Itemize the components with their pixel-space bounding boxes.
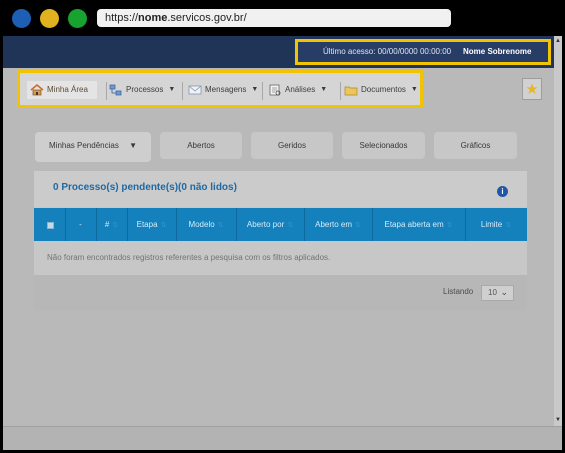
column-label: Aberto em xyxy=(315,220,353,229)
window-minimize-button[interactable] xyxy=(40,9,59,28)
tab-bar: Minhas Pendências ▼ Abertos Geridos Sele… xyxy=(35,132,517,162)
menu-item-label: Minha Área xyxy=(47,85,88,94)
vertical-scrollbar[interactable]: ▲ ▼ xyxy=(554,36,562,426)
tab-minhas-pendencias[interactable]: Minhas Pendências ▼ xyxy=(35,132,151,162)
sort-icon: ⇅ xyxy=(355,222,361,229)
sort-icon: ⇅ xyxy=(505,222,512,229)
sort-icon: ⇅ xyxy=(287,222,294,229)
column-label: Etapa xyxy=(136,220,158,229)
column-label: Etapa aberta em xyxy=(384,220,444,229)
select-all-checkbox[interactable] xyxy=(47,222,54,229)
sort-icon: ⇅ xyxy=(217,222,224,229)
column-header-etapa[interactable]: Etapa ⇅ xyxy=(127,208,176,241)
mail-icon xyxy=(188,84,202,96)
browser-title-bar: https://nome.servicos.gov.br/ xyxy=(0,0,565,36)
page-viewport: Último acesso: 00/00/0000 00:00:00 Nome … xyxy=(3,36,562,426)
star-icon: ★ xyxy=(525,81,539,98)
menu-item-analises[interactable]: Análises ▼ xyxy=(268,81,327,99)
page-size-select[interactable]: 10 ⌄ xyxy=(481,285,514,301)
scroll-down-icon[interactable]: ▼ xyxy=(555,417,561,423)
menu-item-label: Processos xyxy=(126,85,164,94)
url-prefix: https:// xyxy=(105,12,139,24)
column-header-aberto-em[interactable]: Aberto em ⇅ xyxy=(304,208,372,241)
tab-label: Abertos xyxy=(187,141,215,150)
user-name[interactable]: Nome Sobrenome xyxy=(463,42,531,62)
scroll-up-icon[interactable]: ▲ xyxy=(555,38,561,44)
menu-item-processos[interactable]: Processos ▼ xyxy=(109,81,175,99)
table-header: - # ⇅ Etapa ⇅ Modelo ⇅ Aberto por ⇅ Aber… xyxy=(34,208,527,241)
browser-bottom-bar xyxy=(3,426,562,450)
sort-icon: ⇅ xyxy=(446,222,453,229)
menu-item-mensagens[interactable]: Mensagens ▼ xyxy=(188,81,258,99)
menu-item-label: Análises xyxy=(285,85,316,94)
menu-divider xyxy=(182,82,183,100)
chevron-down-icon: ⌄ xyxy=(500,287,508,297)
column-header-etapa-aberta-em[interactable]: Etapa aberta em ⇅ xyxy=(372,208,465,241)
column-label: Limite xyxy=(480,220,503,229)
main-menu: Minha Área Processos ▼ Mensagens ▼ Análi… xyxy=(17,70,423,108)
menu-divider xyxy=(262,82,263,100)
processes-icon xyxy=(109,84,123,96)
tab-label: Minhas Pendências xyxy=(49,141,119,150)
panel-title: 0 Processo(s) pendente(s)(0 não lidos) xyxy=(53,182,237,193)
select-all-column xyxy=(34,208,65,241)
home-icon xyxy=(30,84,44,96)
menu-item-minha-area[interactable]: Minha Área xyxy=(27,81,97,99)
column-label: # xyxy=(104,220,110,229)
chevron-down-icon: ▼ xyxy=(320,86,328,93)
address-bar[interactable]: https://nome.servicos.gov.br/ xyxy=(97,9,451,27)
chevron-down-icon: ▼ xyxy=(129,141,137,150)
column-header-aberto-por[interactable]: Aberto por ⇅ xyxy=(236,208,304,241)
column-header-modelo[interactable]: Modelo ⇅ xyxy=(176,208,236,241)
table-footer: Listando 10 ⌄ xyxy=(34,275,527,311)
last-access-text: Último acesso: 00/00/0000 00:00:00 xyxy=(323,47,452,56)
user-info-box: Último acesso: 00/00/0000 00:00:00 Nome … xyxy=(295,39,551,65)
url-host: nome xyxy=(138,12,168,24)
column-header-number[interactable]: # ⇅ xyxy=(96,208,127,241)
listing-label: Listando xyxy=(443,287,474,296)
panel-header: 0 Processo(s) pendente(s)(0 não lidos) i xyxy=(34,171,527,207)
analysis-icon xyxy=(268,84,282,96)
tab-abertos[interactable]: Abertos xyxy=(160,132,242,159)
menu-divider xyxy=(106,82,107,100)
tab-selecionados[interactable]: Selecionados xyxy=(342,132,425,159)
menu-item-label: Documentos xyxy=(361,85,406,94)
column-header-limite[interactable]: Limite ⇅ xyxy=(465,208,527,241)
menu-divider xyxy=(340,82,341,100)
menu-item-documentos[interactable]: Documentos ▼ xyxy=(344,81,418,99)
pending-processes-panel: 0 Processo(s) pendente(s)(0 não lidos) i… xyxy=(34,171,527,311)
tab-graficos[interactable]: Gráficos xyxy=(434,132,517,159)
column-label: - xyxy=(79,220,82,229)
menu-item-label: Mensagens xyxy=(205,85,247,94)
empty-results-message: Não foram encontrados registros referent… xyxy=(34,241,527,275)
tab-geridos[interactable]: Geridos xyxy=(251,132,333,159)
tab-label: Geridos xyxy=(277,141,306,150)
url-rest: .servicos.gov.br/ xyxy=(167,12,247,24)
tab-label: Gráficos xyxy=(460,141,491,150)
chevron-down-icon: ▼ xyxy=(251,86,259,93)
column-label: Modelo xyxy=(188,220,215,229)
page-size-value: 10 xyxy=(488,288,497,297)
column-label: Aberto por xyxy=(246,220,285,229)
sort-icon: ⇅ xyxy=(112,222,119,229)
favorites-star-button[interactable]: ★ xyxy=(522,78,542,100)
chevron-down-icon: ▼ xyxy=(410,86,418,93)
tab-label: Selecionados xyxy=(359,141,408,150)
column-header-dash[interactable]: - xyxy=(65,208,96,241)
browser-window: https://nome.servicos.gov.br/ Último ace… xyxy=(0,0,565,453)
sort-icon: ⇅ xyxy=(160,222,167,229)
folder-icon xyxy=(344,84,358,96)
window-maximize-button[interactable] xyxy=(68,9,87,28)
chevron-down-icon: ▼ xyxy=(168,86,176,93)
info-icon[interactable]: i xyxy=(497,186,508,197)
window-close-button[interactable] xyxy=(12,9,31,28)
